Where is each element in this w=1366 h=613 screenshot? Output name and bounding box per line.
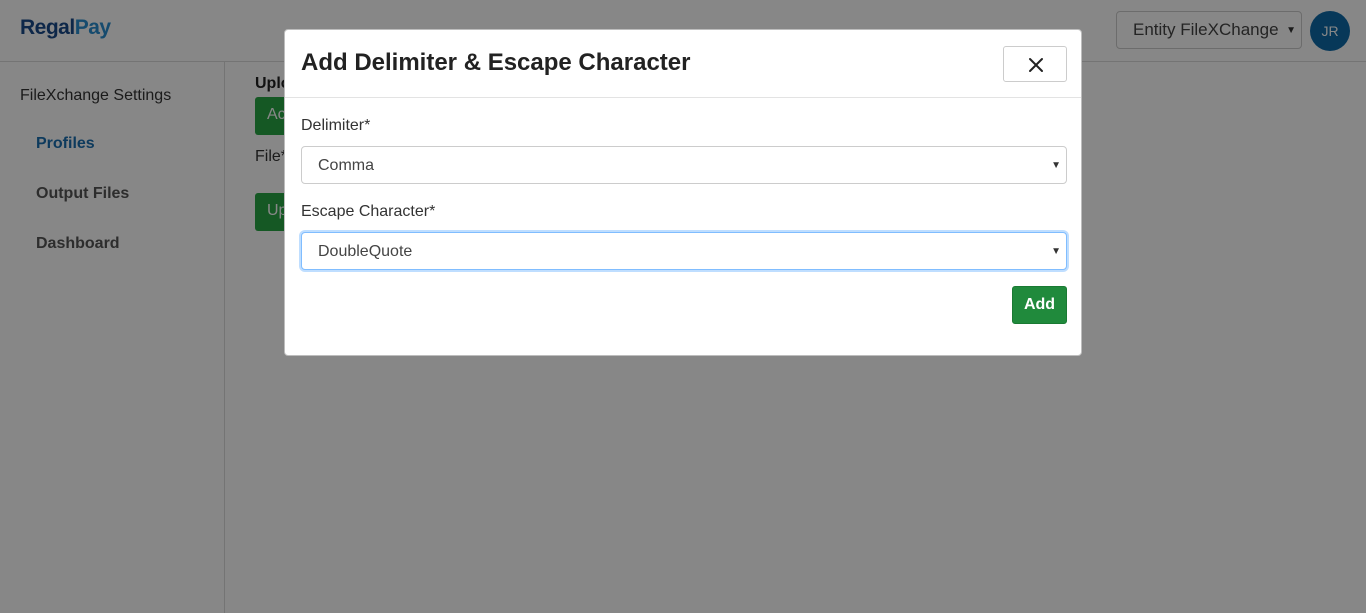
delimiter-label: Delimiter* <box>301 117 371 134</box>
close-icon <box>1029 58 1043 72</box>
escape-character-label: Escape Character* <box>301 203 436 220</box>
close-button[interactable] <box>1003 46 1067 82</box>
escape-character-select-value: DoubleQuote <box>318 243 413 260</box>
delimiter-select[interactable]: Comma ▼ <box>301 146 1067 184</box>
add-delimiter-modal: Add Delimiter & Escape Character Delimit… <box>284 29 1082 356</box>
modal-header: Add Delimiter & Escape Character <box>285 30 1081 98</box>
delimiter-select-value: Comma <box>318 157 375 174</box>
caret-down-icon: ▼ <box>1051 160 1061 171</box>
escape-character-select[interactable]: DoubleQuote ▼ <box>301 232 1067 270</box>
caret-down-icon: ▼ <box>1051 246 1061 257</box>
add-button[interactable]: Add <box>1012 286 1067 324</box>
modal-title: Add Delimiter & Escape Character <box>301 49 691 76</box>
